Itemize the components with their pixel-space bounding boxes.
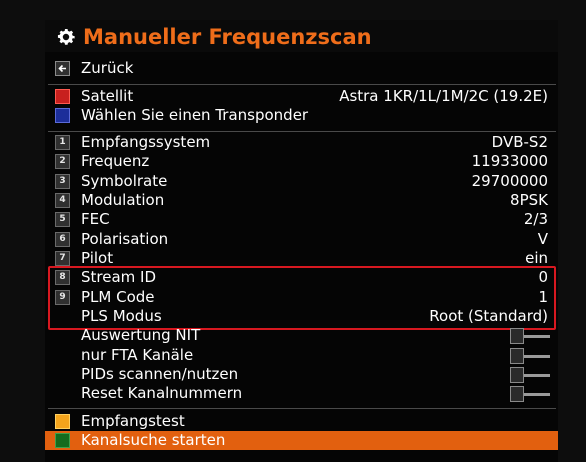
empfangstest-label: Empfangstest bbox=[81, 412, 185, 430]
back-menu-item[interactable]: Zurück bbox=[45, 59, 558, 78]
param-row-polarisation[interactable]: 6 Polarisation V bbox=[45, 230, 558, 249]
param-value: 8PSK bbox=[510, 191, 548, 209]
option-nur-fta[interactable]: nur FTA Kanäle bbox=[45, 346, 558, 365]
kanalsuche-starten-label: Kanalsuche starten bbox=[81, 431, 226, 449]
satellite-label: Satellit bbox=[81, 87, 134, 105]
option-reset-kanalnummern[interactable]: Reset Kanalnummern bbox=[45, 384, 558, 403]
param-value: 2/3 bbox=[523, 210, 548, 228]
key-1-icon: 1 bbox=[55, 135, 70, 150]
satellite-menu-item[interactable]: Satellit Astra 1KR/1L/1M/2C (19.2E) bbox=[45, 87, 558, 106]
key-2-icon: 2 bbox=[55, 154, 70, 169]
key-3-icon: 3 bbox=[55, 174, 70, 189]
back-arrow-icon bbox=[55, 61, 70, 76]
highlight-box bbox=[48, 266, 556, 330]
param-label: Polarisation bbox=[81, 230, 169, 248]
param-row-empfangssystem[interactable]: 1 Empfangssystem DVB-S2 bbox=[45, 133, 558, 152]
option-auswertung-nit[interactable]: Auswertung NIT bbox=[45, 326, 558, 345]
page-title: Manueller Frequenzscan bbox=[83, 25, 372, 49]
param-row-frequenz[interactable]: 2 Frequenz 11933000 bbox=[45, 152, 558, 171]
scan-dialog: Manueller Frequenzscan Zurück Satellit A… bbox=[45, 20, 558, 462]
param-label: Modulation bbox=[81, 191, 165, 209]
divider bbox=[48, 131, 556, 132]
option-label: nur FTA Kanäle bbox=[81, 346, 194, 364]
param-label: Frequenz bbox=[81, 152, 150, 170]
option-label: Reset Kanalnummern bbox=[81, 384, 243, 402]
key-6-icon: 6 bbox=[55, 232, 70, 247]
divider bbox=[48, 84, 556, 85]
red-key-icon bbox=[55, 89, 70, 104]
back-label: Zurück bbox=[81, 59, 134, 77]
param-row-modulation[interactable]: 4 Modulation 8PSK bbox=[45, 191, 558, 210]
dialog-header: Manueller Frequenzscan bbox=[45, 20, 558, 52]
toggle-switch[interactable] bbox=[510, 367, 550, 383]
param-row-symbolrate[interactable]: 3 Symbolrate 29700000 bbox=[45, 172, 558, 191]
divider bbox=[48, 408, 556, 409]
key-7-icon: 7 bbox=[55, 251, 70, 266]
transponder-menu-item[interactable]: Wählen Sie einen Transponder bbox=[45, 106, 558, 125]
gear-icon bbox=[57, 29, 75, 45]
yellow-key-icon bbox=[55, 414, 70, 429]
kanalsuche-starten-menu-item[interactable]: Kanalsuche starten bbox=[45, 431, 558, 450]
option-label: PIDs scannen/nutzen bbox=[81, 365, 239, 383]
green-key-icon bbox=[55, 433, 70, 448]
toggle-switch[interactable] bbox=[510, 328, 550, 344]
param-label: Empfangssystem bbox=[81, 133, 211, 151]
param-label: FEC bbox=[81, 210, 110, 228]
option-label: Auswertung NIT bbox=[81, 326, 201, 344]
toggle-switch[interactable] bbox=[510, 386, 550, 402]
param-row-fec[interactable]: 5 FEC 2/3 bbox=[45, 210, 558, 229]
param-value: V bbox=[537, 230, 548, 248]
key-4-icon: 4 bbox=[55, 193, 70, 208]
param-value: DVB-S2 bbox=[491, 133, 548, 151]
param-value: 29700000 bbox=[471, 172, 548, 190]
param-label: Symbolrate bbox=[81, 172, 168, 190]
option-pids-scannen[interactable]: PIDs scannen/nutzen bbox=[45, 365, 558, 384]
param-value: 11933000 bbox=[471, 152, 548, 170]
empfangstest-menu-item[interactable]: Empfangstest bbox=[45, 412, 558, 431]
blue-key-icon bbox=[55, 108, 70, 123]
toggle-switch[interactable] bbox=[510, 348, 550, 364]
key-5-icon: 5 bbox=[55, 212, 70, 227]
satellite-value: Astra 1KR/1L/1M/2C (19.2E) bbox=[339, 87, 548, 105]
transponder-label: Wählen Sie einen Transponder bbox=[81, 106, 309, 124]
